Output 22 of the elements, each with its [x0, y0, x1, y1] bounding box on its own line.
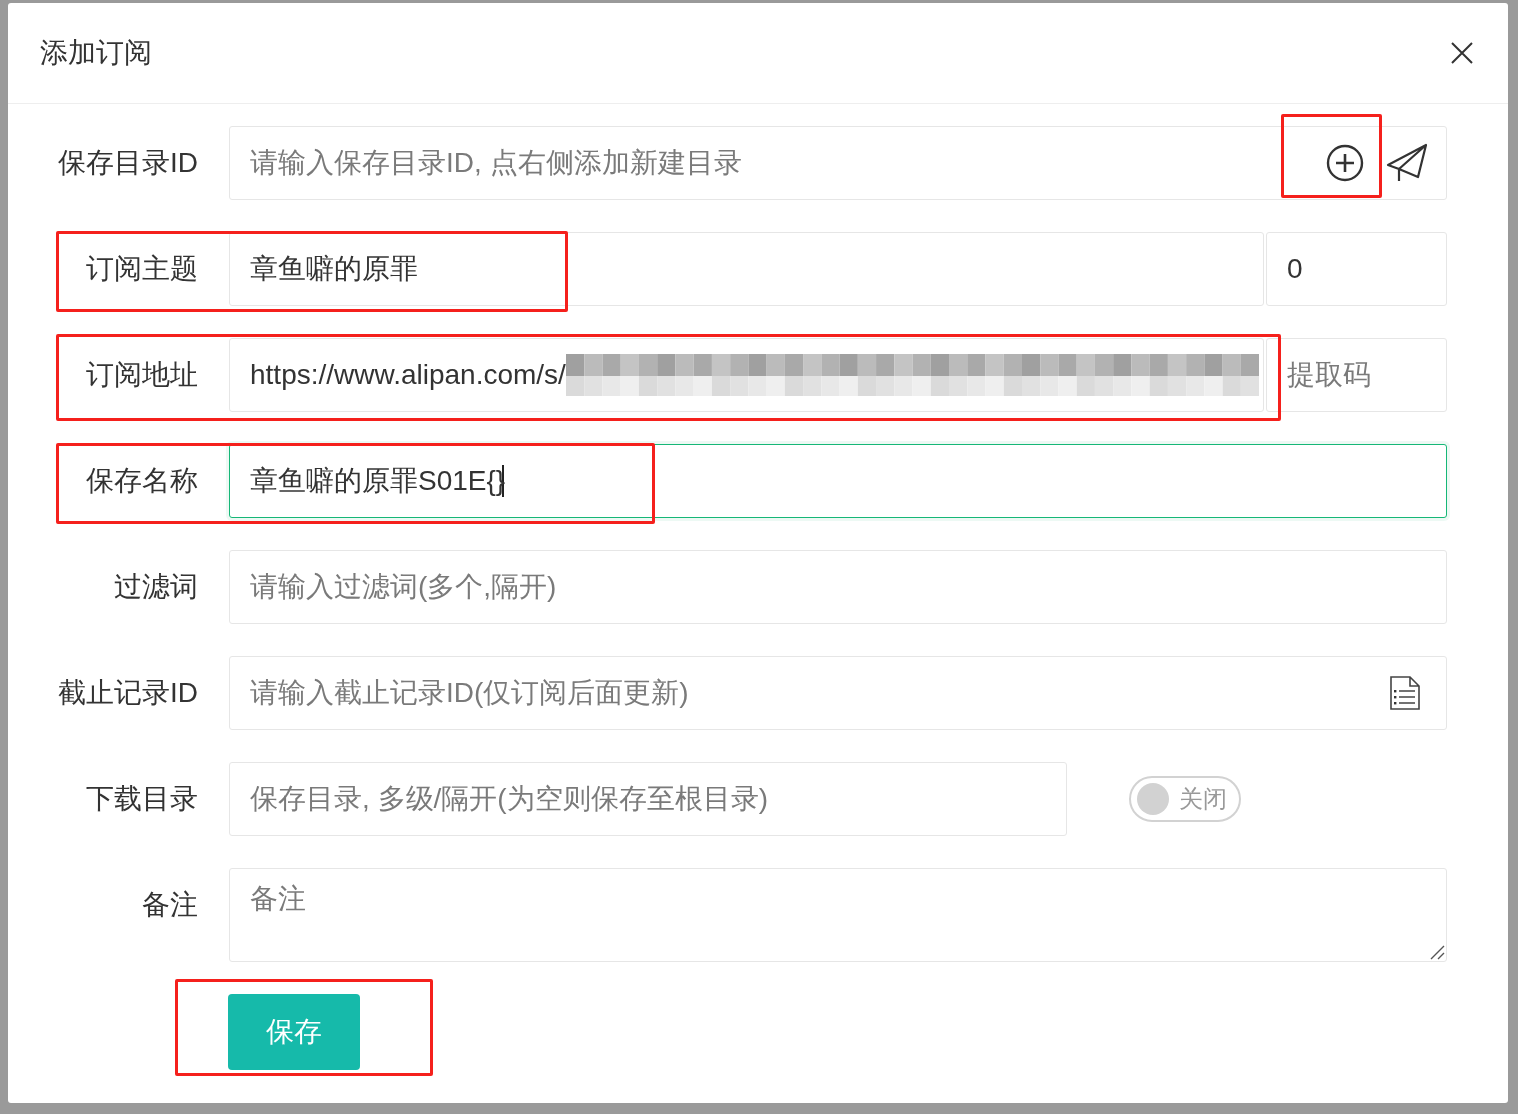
close-icon[interactable] [1451, 42, 1473, 64]
text-field[interactable]: 请输入过滤词(多个,隔开) [229, 550, 1447, 624]
switch-knob-icon [1137, 783, 1169, 815]
text-field[interactable]: 提取码 [1266, 338, 1447, 412]
textarea-field[interactable]: 备注 [229, 868, 1447, 962]
text-field[interactable]: 请输入保存目录ID, 点右侧添加新建目录 [229, 126, 1447, 200]
field-label: 截止记录ID [58, 676, 198, 710]
field-label: 订阅主题 [86, 252, 198, 286]
text-field[interactable]: 0 [1266, 232, 1447, 306]
field-label: 过滤词 [114, 570, 198, 604]
text-field[interactable]: 保存目录, 多级/隔开(为空则保存至根目录) [229, 762, 1067, 836]
paper-plane-icon[interactable] [1386, 143, 1428, 183]
dialog-title: 添加订阅 [40, 36, 152, 70]
document-list-icon[interactable] [1390, 676, 1420, 710]
field-label: 保存目录ID [58, 146, 198, 180]
field-label: 保存名称 [86, 464, 198, 498]
field-label: 下载目录 [86, 782, 198, 816]
field-label: 备注 [142, 888, 198, 922]
field-label: 订阅地址 [86, 358, 198, 392]
add-icon[interactable] [1326, 144, 1364, 182]
text-field[interactable]: 请输入截止记录ID(仅订阅后面更新) [229, 656, 1447, 730]
resize-handle-icon[interactable] [1429, 944, 1445, 960]
